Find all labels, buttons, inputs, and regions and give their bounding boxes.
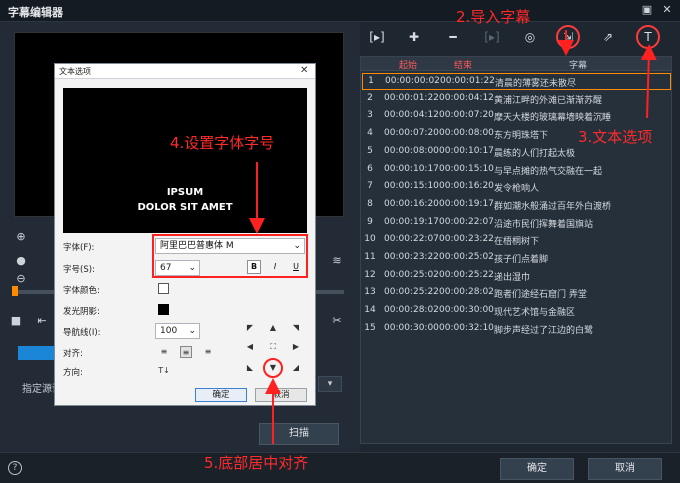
annotation-arrows: [249, 30, 657, 444]
annotation-bottom-center: 5.底部居中对齐: [204, 454, 309, 472]
annotation-text-options: 3.文本选项: [578, 128, 653, 146]
annotation-import: 2.导入字幕: [456, 8, 531, 26]
annotation-font-size: 4.设置字体字号: [170, 134, 275, 152]
arrow-text-options: [640, 44, 657, 119]
